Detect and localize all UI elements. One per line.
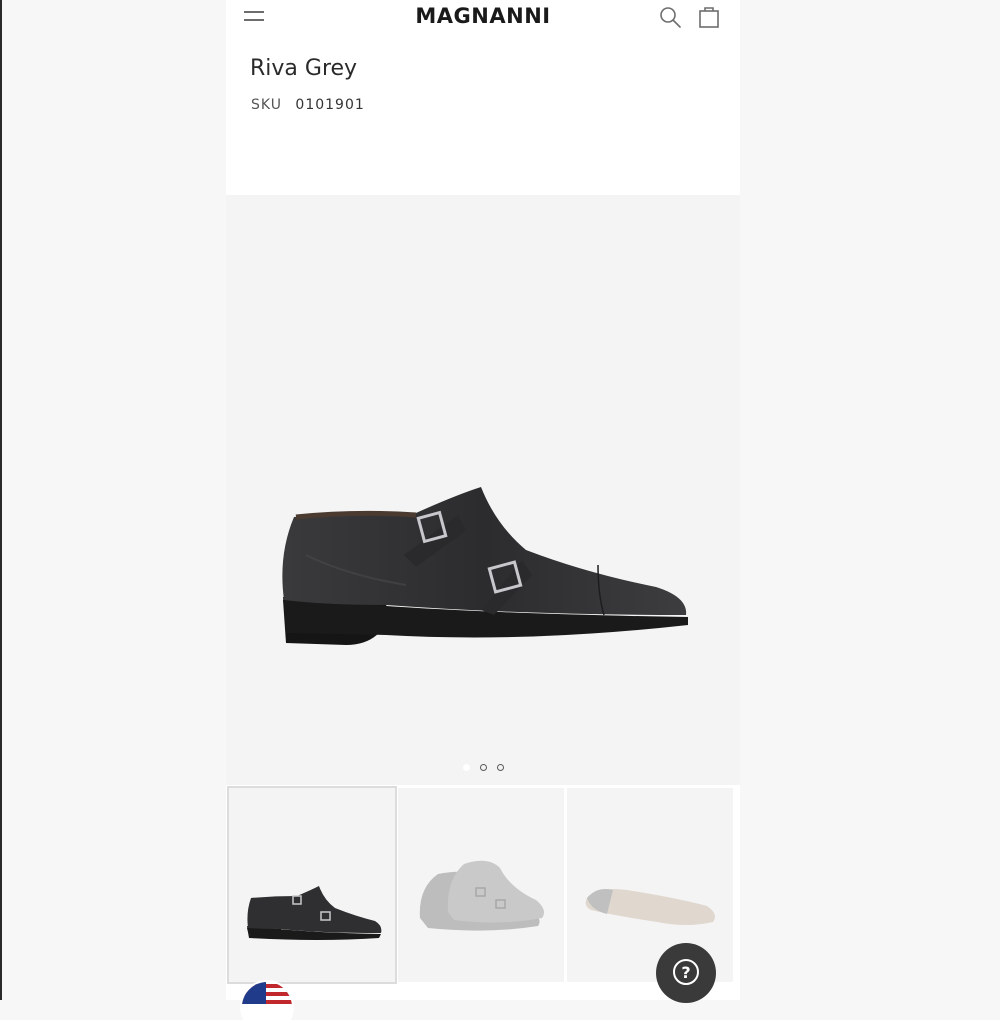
sku-label: SKU	[251, 97, 282, 113]
carousel-pagination	[226, 764, 740, 774]
carousel-dot[interactable]	[462, 764, 470, 771]
search-icon[interactable]	[658, 5, 682, 29]
sku-row: SKU 0101901	[251, 97, 365, 113]
product-page: MAGNANNI Riva Grey SKU 0101901	[226, 0, 740, 1000]
product-main-image	[282, 487, 688, 645]
product-image-carousel[interactable]	[226, 195, 740, 785]
carousel-dot[interactable]	[496, 764, 504, 771]
us-flag-icon[interactable]	[240, 980, 294, 1020]
thumbnail-side-view[interactable]	[227, 786, 397, 984]
sku-value: 0101901	[295, 97, 365, 113]
help-button[interactable]: ?	[656, 943, 716, 1003]
question-mark-icon: ?	[673, 959, 699, 985]
svg-text:?: ?	[681, 963, 690, 982]
shopping-bag-icon[interactable]	[697, 5, 721, 29]
left-edge-border	[0, 0, 2, 1000]
thumbnail-pair-view[interactable]	[398, 788, 564, 982]
carousel-dot[interactable]	[479, 764, 487, 771]
site-header: MAGNANNI	[226, 0, 740, 36]
product-title: Riva Grey	[250, 56, 358, 81]
